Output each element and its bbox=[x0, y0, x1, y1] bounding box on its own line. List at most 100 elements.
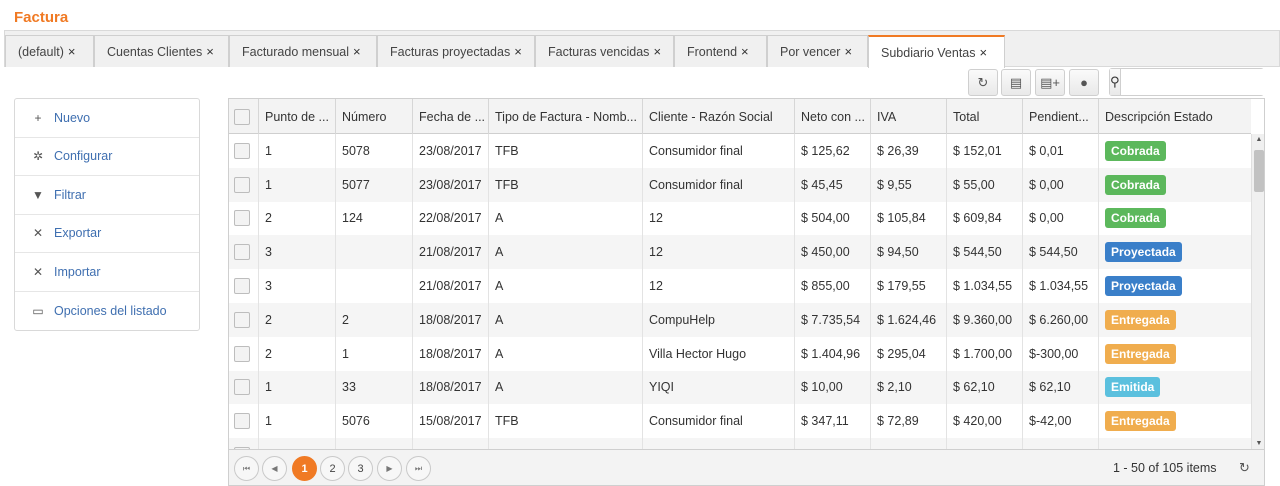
column-header[interactable]: Cliente - Razón Social bbox=[643, 99, 795, 134]
column-header[interactable]: Descripción Estado bbox=[1099, 99, 1251, 134]
empty-cell bbox=[795, 438, 871, 449]
cell-neto: $ 45,45 bbox=[795, 167, 871, 202]
row-checkbox[interactable] bbox=[234, 413, 250, 430]
menu-item-exportar[interactable]: ✕ Exportar bbox=[15, 215, 199, 253]
cell-iva: $ 94,50 bbox=[871, 235, 947, 270]
cell-neto: $ 1.404,96 bbox=[795, 336, 871, 371]
table-row[interactable]: 1 5077 23/08/2017 TFB Consumidor final $ 45,4… bbox=[229, 167, 1251, 202]
save-icon: ▤ bbox=[1009, 74, 1023, 90]
tab-default[interactable]: (default) × bbox=[5, 35, 94, 67]
close-icon[interactable]: × bbox=[206, 44, 214, 59]
empty-cell bbox=[1099, 438, 1251, 449]
grid-header: Punto de ... Número Fecha de ... Tipo de… bbox=[229, 99, 1251, 134]
refresh-button[interactable]: ↻ bbox=[968, 69, 998, 96]
cell-total: $ 420,00 bbox=[947, 404, 1023, 439]
page-button-3[interactable]: 3 bbox=[348, 456, 373, 481]
save-as-view-button[interactable]: ▤+ bbox=[1035, 69, 1065, 96]
comments-button[interactable]: ● bbox=[1069, 69, 1099, 96]
menu-item-importar[interactable]: ✕ Importar bbox=[15, 253, 199, 292]
column-header[interactable]: Pendient... bbox=[1023, 99, 1099, 134]
prev-page-button[interactable]: ◀ bbox=[262, 456, 287, 481]
cell-punto: 2 bbox=[259, 302, 336, 337]
empty-cell bbox=[336, 438, 413, 449]
column-header[interactable]: Tipo de Factura - Nomb... bbox=[489, 99, 643, 134]
page-button-2[interactable]: 2 bbox=[320, 456, 345, 481]
close-icon[interactable]: × bbox=[980, 45, 988, 60]
select-all-checkbox[interactable] bbox=[234, 108, 250, 125]
table-row[interactable]: 1 5078 23/08/2017 TFB Consumidor final $ 125,… bbox=[229, 134, 1251, 168]
cell-numero: 124 bbox=[336, 201, 413, 236]
refresh-icon[interactable]: ↻ bbox=[1239, 460, 1250, 476]
menu-item-filtrar[interactable]: ▼ Filtrar bbox=[15, 176, 199, 215]
first-page-button[interactable]: ⏮ bbox=[234, 456, 259, 481]
close-icon[interactable]: × bbox=[68, 44, 76, 59]
column-header[interactable]: Fecha de ... bbox=[413, 99, 489, 134]
column-header[interactable]: Neto con ... bbox=[795, 99, 871, 134]
row-checkbox[interactable] bbox=[234, 345, 250, 362]
cell-numero: 5077 bbox=[336, 167, 413, 202]
table-row[interactable]: 2 1 18/08/2017 A Villa Hector Hugo $ 1.404,96… bbox=[229, 336, 1251, 371]
search-icon[interactable]: ⚲ bbox=[1110, 69, 1121, 95]
row-checkbox[interactable] bbox=[234, 311, 250, 328]
scrollbar-thumb[interactable] bbox=[1254, 150, 1264, 192]
tab-frontend[interactable]: Frontend × bbox=[674, 35, 767, 67]
table-row[interactable]: 3 21/08/2017 A 12 $ 450,00 $ 94,50 $ 544,50 $ 5… bbox=[229, 235, 1251, 270]
tab-label: Facturas vencidas bbox=[548, 44, 650, 59]
last-page-button[interactable]: ⏭ bbox=[406, 456, 431, 481]
next-page-button[interactable]: ▶ bbox=[377, 456, 402, 481]
cell-iva: $ 295,04 bbox=[871, 336, 947, 371]
tab-facturado-mensual[interactable]: Facturado mensual × bbox=[229, 35, 377, 67]
page-button-1[interactable]: 1 bbox=[292, 456, 317, 481]
tab-cuentas-clientes[interactable]: Cuentas Clientes × bbox=[94, 35, 229, 67]
row-checkbox[interactable] bbox=[234, 278, 250, 295]
tab-label: Subdiario Ventas bbox=[881, 45, 976, 60]
table-row[interactable]: 2 124 22/08/2017 A 12 $ 504,00 $ 105,84 $ 609,8… bbox=[229, 201, 1251, 236]
column-header[interactable]: Total bbox=[947, 99, 1023, 134]
column-header[interactable]: Número bbox=[336, 99, 413, 134]
close-icon[interactable]: × bbox=[353, 44, 361, 59]
cell-numero bbox=[336, 235, 413, 270]
cell-tipo: A bbox=[489, 201, 643, 236]
row-checkbox[interactable] bbox=[234, 176, 250, 193]
save-view-button[interactable]: ▤ bbox=[1001, 69, 1031, 96]
table-row[interactable]: 2 2 18/08/2017 A CompuHelp $ 7.735,54 $ 1.624,… bbox=[229, 302, 1251, 337]
search-input[interactable] bbox=[1120, 69, 1280, 95]
close-icon[interactable]: × bbox=[741, 44, 749, 59]
table-row[interactable]: 1 5076 15/08/2017 TFB Consumidor final $ 347,… bbox=[229, 404, 1251, 439]
tab-facturas-proyectadas[interactable]: Facturas proyectadas × bbox=[377, 35, 535, 67]
cell-estado: Proyectada bbox=[1099, 235, 1251, 269]
tab-facturas-vencidas[interactable]: Facturas vencidas × bbox=[535, 35, 674, 67]
cell-neto: $ 855,00 bbox=[795, 269, 871, 303]
row-select-cell bbox=[229, 167, 259, 202]
table-row[interactable]: 1 33 18/08/2017 A YIQI $ 10,00 $ 2,10 $ 62,10 $ … bbox=[229, 370, 1251, 405]
close-icon[interactable]: × bbox=[653, 44, 661, 59]
empty-cell bbox=[1023, 438, 1099, 449]
cell-pendiente: $ 6.260,00 bbox=[1023, 302, 1099, 337]
tab-por-vencer[interactable]: Por vencer × bbox=[767, 35, 868, 67]
cell-fecha: 23/08/2017 bbox=[413, 134, 489, 168]
menu-item-configurar[interactable]: ✲ Configurar bbox=[15, 138, 199, 176]
table-row[interactable] bbox=[229, 438, 1251, 449]
column-header[interactable]: Punto de ... bbox=[259, 99, 336, 134]
close-icon[interactable]: × bbox=[844, 44, 852, 59]
cell-total: $ 9.360,00 bbox=[947, 302, 1023, 337]
column-header[interactable]: IVA bbox=[871, 99, 947, 134]
tab-subdiario-ventas[interactable]: Subdiario Ventas × bbox=[868, 35, 1005, 68]
vertical-scrollbar[interactable]: ▲ ▼ bbox=[1251, 134, 1264, 449]
menu-item-opciones-listado[interactable]: ▭ Opciones del listado bbox=[15, 292, 199, 331]
row-checkbox[interactable] bbox=[234, 210, 250, 227]
cell-pendiente: $-42,00 bbox=[1023, 404, 1099, 439]
refresh-icon: ↻ bbox=[977, 74, 989, 90]
row-checkbox[interactable] bbox=[234, 142, 250, 159]
table-row[interactable]: 3 21/08/2017 A 12 $ 855,00 $ 179,55 $ 1.034,55… bbox=[229, 269, 1251, 303]
close-icon[interactable]: × bbox=[514, 44, 522, 59]
cell-tipo: TFB bbox=[489, 404, 643, 439]
menu-item-nuevo[interactable]: + Nuevo bbox=[15, 99, 199, 138]
row-checkbox[interactable] bbox=[234, 244, 250, 261]
scroll-up-icon[interactable]: ▲ bbox=[1252, 136, 1264, 143]
cell-pendiente: $ 0,00 bbox=[1023, 167, 1099, 202]
row-checkbox[interactable] bbox=[234, 379, 250, 396]
scroll-down-icon[interactable]: ▼ bbox=[1252, 440, 1264, 447]
first-page-icon: ⏮ bbox=[242, 463, 251, 473]
status-badge: Cobrada bbox=[1105, 140, 1166, 161]
